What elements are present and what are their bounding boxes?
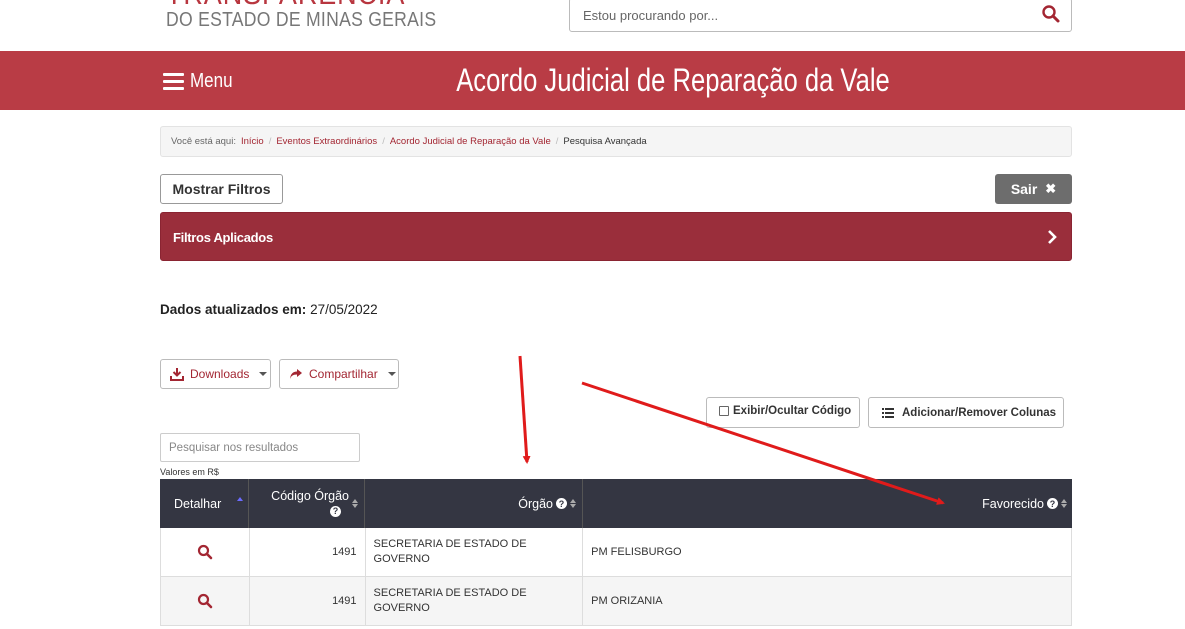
breadcrumb-separator: / [382, 136, 385, 147]
download-icon [170, 368, 184, 381]
data-updated-date: 27/05/2022 [310, 302, 378, 317]
column-header-orgao[interactable]: Órgão ? [365, 479, 583, 528]
sort-icon [237, 497, 243, 502]
site-search-input[interactable] [583, 5, 1023, 25]
toggle-code-checkbox[interactable] [719, 406, 729, 416]
favorecido-cell: PM FELISBURGO [591, 546, 682, 558]
logo-subtitle[interactable]: DO ESTADO DE MINAS GERAIS [166, 9, 436, 32]
caret-down-icon [387, 372, 396, 376]
breadcrumb-link-acordo[interactable]: Acordo Judicial de Reparação da Vale [390, 136, 551, 147]
chevron-right-icon [1048, 230, 1057, 244]
breadcrumb-prefix: Você está aqui: [171, 136, 236, 147]
downloads-dropdown[interactable]: Downloads [160, 359, 271, 389]
table-row: 1491 SECRETARIA DE ESTADO DE GOVERNO PM … [160, 528, 1072, 577]
site-header: TRANSPARÊNCIA DO ESTADO DE MINAS GERAIS [0, 0, 1185, 51]
table-header: Detalhar Código Órgão ? Órgão ? Favoreci… [160, 479, 1072, 528]
share-dropdown[interactable]: Compartilhar [279, 359, 399, 389]
currency-note: Valores em R$ [160, 467, 219, 477]
close-icon: ✖ [1045, 181, 1057, 196]
magnifier-icon[interactable] [197, 593, 213, 609]
exit-label: Sair [1010, 181, 1038, 197]
toggle-code-label: Exibir/Ocultar Código [733, 405, 852, 417]
table-row: 1491 SECRETARIA DE ESTADO DE GOVERNO PM … [160, 577, 1072, 626]
site-search [569, 0, 1072, 32]
downloads-label: Downloads [190, 367, 250, 381]
results-search-input[interactable] [161, 434, 359, 461]
share-label: Compartilhar [309, 367, 378, 381]
search-icon[interactable] [1041, 4, 1061, 24]
column-header-favorecido[interactable]: Favorecido ? [583, 479, 1072, 528]
page-title-text: Acordo Judicial de Reparação da Vale [455, 62, 890, 98]
breadcrumb: Você está aqui: Início / Eventos Extraor… [160, 126, 1072, 157]
caret-down-icon [259, 372, 268, 376]
add-remove-columns-label: Adicionar/Remover Colunas [902, 406, 1057, 419]
add-remove-columns-button[interactable]: Adicionar/Remover Colunas [868, 397, 1064, 428]
show-filters-button[interactable]: Mostrar Filtros [160, 174, 283, 204]
breadcrumb-link-inicio[interactable]: Início [241, 136, 264, 147]
breadcrumb-separator: / [555, 136, 559, 147]
results-table: Detalhar Código Órgão ? Órgão ? Favoreci… [160, 479, 1072, 626]
column-header-label: Órgão [518, 496, 553, 511]
share-icon [290, 369, 302, 379]
sort-icon [1061, 499, 1067, 508]
orgao-cell: SECRETARIA DE ESTADO DE GOVERNO [366, 528, 584, 576]
applied-filters-panel[interactable]: Filtros Aplicados [160, 212, 1072, 261]
detail-cell [161, 577, 250, 625]
results-search [160, 433, 360, 462]
data-updated-label: Dados atualizados em: [160, 302, 307, 317]
breadcrumb-separator: / [268, 136, 272, 147]
column-header-label: Código Órgão [271, 488, 349, 503]
magnifier-icon[interactable] [197, 544, 213, 560]
page-title: Acordo Judicial de Reparação da Vale [0, 62, 1185, 99]
applied-filters-label: Filtros Aplicados [173, 230, 273, 245]
help-icon[interactable]: ? [1047, 498, 1058, 509]
annotation-arrow [518, 355, 531, 464]
column-header-label: Favorecido [982, 496, 1044, 511]
breadcrumb-link-eventos[interactable]: Eventos Extraordinários [276, 136, 377, 147]
column-header-label: Detalhar [174, 496, 222, 511]
help-icon[interactable]: ? [556, 498, 567, 509]
toggle-code-button[interactable]: Exibir/Ocultar Código [706, 397, 860, 428]
breadcrumb-current: Pesquisa Avançada [563, 136, 647, 147]
exit-button[interactable]: Sair ✖ [995, 174, 1072, 204]
codigo-orgao-cell: 1491 [250, 577, 366, 625]
list-icon [882, 407, 894, 418]
column-header-detalhar[interactable]: Detalhar [160, 479, 249, 528]
column-header-codigo-orgao[interactable]: Código Órgão ? [249, 479, 365, 528]
data-updated: Dados atualizados em: 27/05/2022 [160, 302, 378, 317]
title-bar: Menu Acordo Judicial de Reparação da Val… [0, 51, 1185, 110]
detail-cell [161, 528, 250, 576]
favorecido-cell: PM ORIZANIA [591, 595, 663, 607]
orgao-cell: SECRETARIA DE ESTADO DE GOVERNO [366, 577, 584, 625]
help-icon[interactable]: ? [330, 505, 341, 517]
sort-icon [570, 499, 576, 508]
sort-icon [352, 499, 358, 508]
codigo-orgao-cell: 1491 [250, 528, 366, 576]
